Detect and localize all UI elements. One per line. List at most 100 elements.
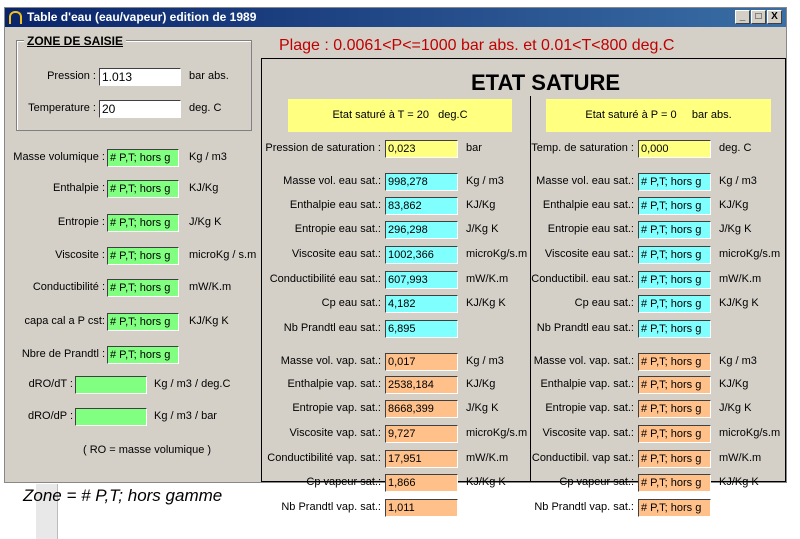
pression-unit: bar abs. <box>189 70 229 82</box>
left-vapor-0-label: Masse vol. vap. sat.: <box>280 355 381 367</box>
right-vapor-4-field[interactable]: # P,T; hors g <box>638 450 711 468</box>
property-4-field[interactable]: # P,T; hors g <box>107 279 179 297</box>
left-vapor-2-field[interactable]: 8668,399 <box>385 400 458 418</box>
left-vapor-3-unit: microKg/s.m <box>466 427 528 439</box>
left-vapor-5-field[interactable]: 1,866 <box>385 474 458 492</box>
left-vapor-5-label: Cp vapeur sat.: <box>306 476 381 488</box>
property-2-unit: J/Kg K <box>189 216 222 228</box>
derivative-0-label: dRO/dT : <box>28 378 73 390</box>
left-water-2-label: Entropie eau sat.: <box>294 223 381 235</box>
left-water-4-label: Conductibilité eau sat.: <box>269 273 381 285</box>
left-vapor-3-field[interactable]: 9,727 <box>385 425 458 443</box>
right-water-6-label: Nb Prandtl eau sat.: <box>536 322 634 334</box>
derivative-0-unit: Kg / m3 / deg.C <box>154 378 231 390</box>
right-water-0-unit: Kg / m3 <box>719 175 757 187</box>
property-5-label: capa cal a P cst: <box>24 315 105 327</box>
right-saturation-field[interactable]: 0,000 <box>638 140 711 158</box>
header-pressure-unit: bar abs. <box>691 109 732 121</box>
right-vapor-1-field[interactable]: # P,T; hors g <box>638 376 711 394</box>
input-zone-title: ZONE DE SAISIE <box>24 34 127 48</box>
left-water-2-unit: J/Kg K <box>466 223 499 235</box>
maximize-button[interactable]: □ <box>751 10 766 24</box>
right-vapor-0-unit: Kg / m3 <box>719 355 757 367</box>
right-water-5-label: Cp eau sat.: <box>574 297 634 309</box>
left-water-3-field[interactable]: 1002,366 <box>385 246 458 264</box>
right-vapor-3-unit: microKg/s.m <box>719 427 781 439</box>
right-water-3-unit: microKg/s.m <box>719 248 781 260</box>
right-vapor-0-field[interactable]: # P,T; hors g <box>638 353 711 371</box>
temperature-input[interactable]: 20 <box>99 100 181 118</box>
minimize-button[interactable]: _ <box>735 10 750 24</box>
right-saturation-label: Temp. de saturation : <box>531 142 634 154</box>
right-vapor-6-label: Nb Prandtl vap. sat.: <box>534 501 634 513</box>
right-water-2-label: Entropie eau sat.: <box>547 223 634 235</box>
right-water-6-field[interactable]: # P,T; hors g <box>638 320 711 338</box>
right-water-3-field[interactable]: # P,T; hors g <box>638 246 711 264</box>
left-water-1-field[interactable]: 83,862 <box>385 197 458 215</box>
right-vapor-0-label: Masse vol. vap. sat.: <box>533 355 634 367</box>
right-water-5-field[interactable]: # P,T; hors g <box>638 295 711 313</box>
right-water-0-label: Masse vol. eau sat.: <box>536 175 634 187</box>
property-5-unit: KJ/Kg K <box>189 315 229 327</box>
right-water-2-field[interactable]: # P,T; hors g <box>638 221 711 239</box>
left-vapor-0-field[interactable]: 0,017 <box>385 353 458 371</box>
right-vapor-2-field[interactable]: # P,T; hors g <box>638 400 711 418</box>
pression-input[interactable]: 1.013 <box>99 68 181 86</box>
derivative-1-label: dRO/dP : <box>27 410 73 422</box>
left-water-2-field[interactable]: 296,298 <box>385 221 458 239</box>
left-water-5-unit: KJ/Kg K <box>466 297 506 309</box>
left-water-5-field[interactable]: 4,182 <box>385 295 458 313</box>
right-water-4-field[interactable]: # P,T; hors g <box>638 271 711 289</box>
left-water-4-field[interactable]: 607,993 <box>385 271 458 289</box>
derivative-0-field[interactable] <box>75 376 147 394</box>
property-5-field[interactable]: # P,T; hors g <box>107 313 179 331</box>
left-vapor-4-field[interactable]: 17,951 <box>385 450 458 468</box>
right-water-1-label: Enthalpie eau sat.: <box>542 199 634 211</box>
right-vapor-4-unit: mW/K.m <box>719 452 762 464</box>
left-vapor-2-unit: J/Kg K <box>466 402 499 414</box>
right-vapor-6-field[interactable]: # P,T; hors g <box>638 499 711 517</box>
right-vapor-1-label: Enthalpie vap. sat.: <box>540 378 634 390</box>
header-temperature-prefix: Etat saturé à T = <box>332 109 414 121</box>
app-icon <box>9 11 22 24</box>
property-6-field[interactable]: # P,T; hors g <box>107 346 179 364</box>
left-vapor-4-label: Conductibilité vap. sat.: <box>267 452 381 464</box>
right-water-1-unit: KJ/Kg <box>719 199 749 211</box>
left-saturation-field[interactable]: 0,023 <box>385 140 458 158</box>
header-temperature-unit: deg.C <box>438 109 468 121</box>
right-water-0-field[interactable]: # P,T; hors g <box>638 173 711 191</box>
left-water-3-unit: microKg/s.m <box>466 248 528 260</box>
right-vapor-3-field[interactable]: # P,T; hors g <box>638 425 711 443</box>
right-water-4-unit: mW/K.m <box>719 273 762 285</box>
header-temperature: Etat saturé à T = 20 deg.C <box>288 99 512 132</box>
left-vapor-1-field[interactable]: 2538,184 <box>385 376 458 394</box>
left-saturation-unit: bar <box>466 142 482 154</box>
right-vapor-1-unit: KJ/Kg <box>719 378 749 390</box>
right-vapor-4-label: Conductibil. vap sat.: <box>531 452 634 464</box>
left-water-3-label: Viscosite eau sat.: <box>291 248 381 260</box>
left-water-4-unit: mW/K.m <box>466 273 509 285</box>
header-temperature-value: 20 <box>416 109 429 121</box>
property-2-field[interactable]: # P,T; hors g <box>107 214 179 232</box>
left-vapor-0-unit: Kg / m3 <box>466 355 504 367</box>
property-0-field[interactable]: # P,T; hors g <box>107 149 179 167</box>
property-1-field[interactable]: # P,T; hors g <box>107 180 179 198</box>
title-bar: Table d'eau (eau/vapeur) edition de 1989… <box>5 8 786 27</box>
close-button[interactable]: X <box>767 10 782 24</box>
left-vapor-6-field[interactable]: 1,011 <box>385 499 458 517</box>
left-water-0-field[interactable]: 998,278 <box>385 173 458 191</box>
window-title: Table d'eau (eau/vapeur) edition de 1989 <box>27 10 257 24</box>
property-1-label: Enthalpie : <box>53 182 105 194</box>
left-water-6-field[interactable]: 6,895 <box>385 320 458 338</box>
range-info: Plage : 0.0061<P<=1000 bar abs. et 0.01<… <box>279 37 675 54</box>
right-vapor-5-field[interactable]: # P,T; hors g <box>638 474 711 492</box>
derivative-1-field[interactable] <box>75 408 147 426</box>
property-4-unit: mW/K.m <box>189 281 232 293</box>
right-water-5-unit: KJ/Kg K <box>719 297 759 309</box>
saturated-state-title: ETAT SATURE <box>471 70 621 95</box>
right-saturation-unit: deg. C <box>719 142 752 154</box>
right-water-1-field[interactable]: # P,T; hors g <box>638 197 711 215</box>
left-saturation-label: Pression de saturation : <box>265 142 381 154</box>
left-vapor-6-label: Nb Prandtl vap. sat.: <box>281 501 381 513</box>
property-3-field[interactable]: # P,T; hors g <box>107 247 179 265</box>
